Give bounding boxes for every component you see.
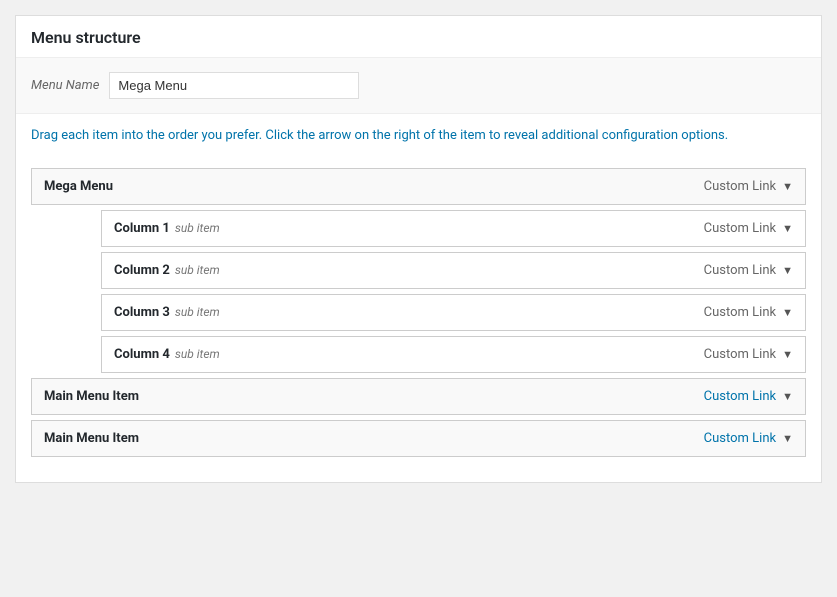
dropdown-arrow-icon[interactable]: ▼ [782,390,793,403]
item-left: Main Menu Item [44,389,139,404]
item-sub: sub item [175,263,220,277]
menu-structure-panel: Menu structure Menu Name Drag each item … [15,15,822,483]
sub-items-container: Column 1 sub item Custom Link ▼ Column 2… [66,210,806,373]
item-name: Main Menu Item [44,431,139,446]
custom-link-label: Custom Link [704,305,776,320]
menu-items-area: Mega Menu Custom Link ▼ Column 1 sub ite… [16,158,821,482]
dropdown-arrow-icon[interactable]: ▼ [782,432,793,445]
item-sub: sub item [175,221,220,235]
item-name: Column 2 [114,263,170,278]
item-right: Custom Link ▼ [704,389,793,404]
item-name: Mega Menu [44,179,113,194]
dropdown-arrow-icon[interactable]: ▼ [782,264,793,277]
item-name: Main Menu Item [44,389,139,404]
item-right: Custom Link ▼ [704,179,793,194]
drag-instruction: Drag each item into the order you prefer… [16,114,821,158]
item-name: Column 1 [114,221,170,236]
item-left: Column 3 sub item [114,305,220,320]
item-sub: sub item [175,347,220,361]
menu-item-main-1[interactable]: Main Menu Item Custom Link ▼ [31,378,806,415]
custom-link-label: Custom Link [704,431,776,446]
custom-link-label: Custom Link [704,179,776,194]
custom-link-label: Custom Link [704,389,776,404]
item-left: Mega Menu [44,179,113,194]
dropdown-arrow-icon[interactable]: ▼ [782,348,793,361]
item-sub: sub item [175,305,220,319]
menu-item-main-2[interactable]: Main Menu Item Custom Link ▼ [31,420,806,457]
item-left: Column 4 sub item [114,347,220,362]
item-name: Column 4 [114,347,170,362]
custom-link-label: Custom Link [704,347,776,362]
item-left: Column 2 sub item [114,263,220,278]
custom-link-label: Custom Link [704,263,776,278]
menu-item-column-1[interactable]: Column 1 sub item Custom Link ▼ [101,210,806,247]
item-right: Custom Link ▼ [704,221,793,236]
menu-item-column-4[interactable]: Column 4 sub item Custom Link ▼ [101,336,806,373]
menu-item-mega-menu[interactable]: Mega Menu Custom Link ▼ [31,168,806,205]
custom-link-label: Custom Link [704,221,776,236]
dropdown-arrow-icon[interactable]: ▼ [782,306,793,319]
menu-name-input[interactable] [109,72,359,99]
menu-name-label: Menu Name [31,78,99,93]
menu-item-column-3[interactable]: Column 3 sub item Custom Link ▼ [101,294,806,331]
page-container: Menu structure Menu Name Drag each item … [0,15,837,597]
dropdown-arrow-icon[interactable]: ▼ [782,222,793,235]
item-right: Custom Link ▼ [704,263,793,278]
item-name: Column 3 [114,305,170,320]
dropdown-arrow-icon[interactable]: ▼ [782,180,793,193]
item-left: Main Menu Item [44,431,139,446]
item-right: Custom Link ▼ [704,305,793,320]
panel-title: Menu structure [16,16,821,58]
menu-name-row: Menu Name [16,58,821,114]
menu-item-column-2[interactable]: Column 2 sub item Custom Link ▼ [101,252,806,289]
item-left: Column 1 sub item [114,221,220,236]
item-right: Custom Link ▼ [704,347,793,362]
item-right: Custom Link ▼ [704,431,793,446]
